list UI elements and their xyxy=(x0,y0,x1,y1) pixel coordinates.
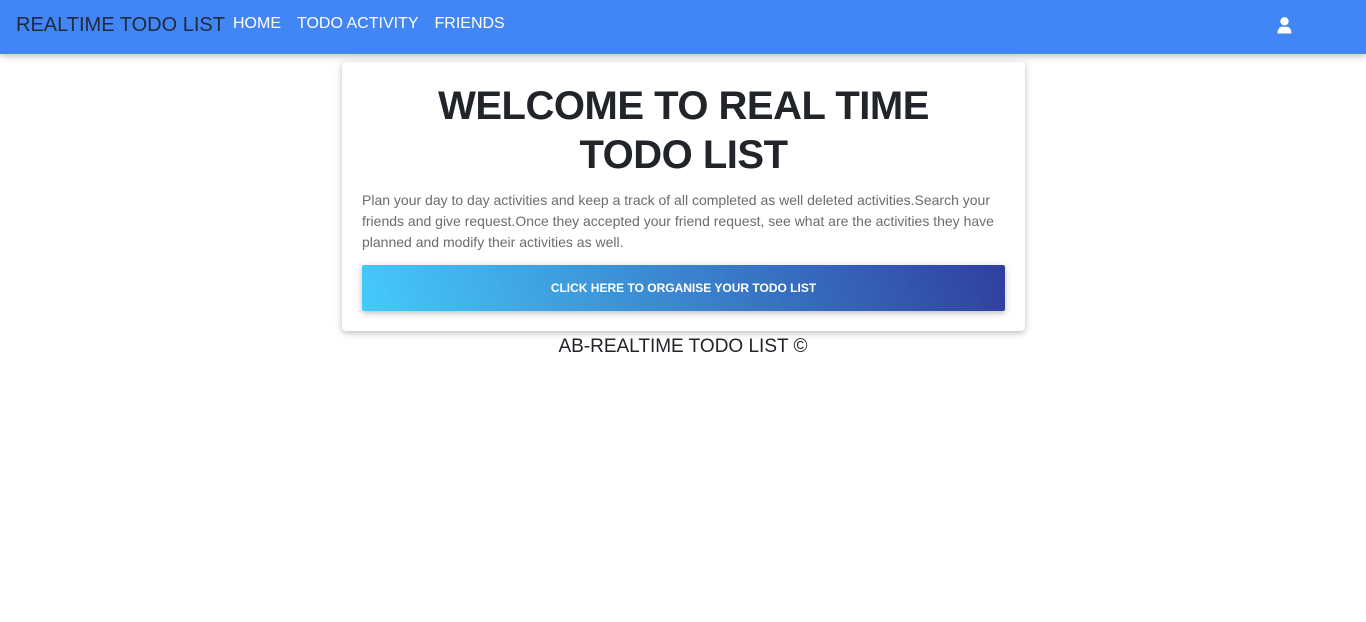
nav-link-friends[interactable]: FRIENDS xyxy=(435,15,505,33)
welcome-title: WELCOME TO REAL TIME TODO LIST xyxy=(438,84,929,177)
brand-link[interactable]: REALTIME TODO LIST xyxy=(16,14,225,37)
nav-links: HOME TODO ACTIVITY FRIENDS xyxy=(233,15,505,33)
nav-link-home[interactable]: HOME xyxy=(233,15,281,33)
welcome-description: Plan your day to day activities and keep… xyxy=(362,192,994,250)
welcome-card: WELCOME TO REAL TIME TODO LIST Plan your… xyxy=(342,62,1025,331)
footer-copyright: AB-REALTIME TODO LIST © xyxy=(558,336,808,357)
user-account-button[interactable] xyxy=(1274,14,1294,36)
organise-todo-button[interactable]: CLICK HERE TO ORGANISE YOUR TODO LIST xyxy=(362,265,1005,311)
user-icon xyxy=(1277,16,1291,33)
nav-link-todo-activity[interactable]: TODO ACTIVITY xyxy=(297,15,419,33)
navbar: REALTIME TODO LIST HOME TODO ACTIVITY FR… xyxy=(0,0,1366,54)
